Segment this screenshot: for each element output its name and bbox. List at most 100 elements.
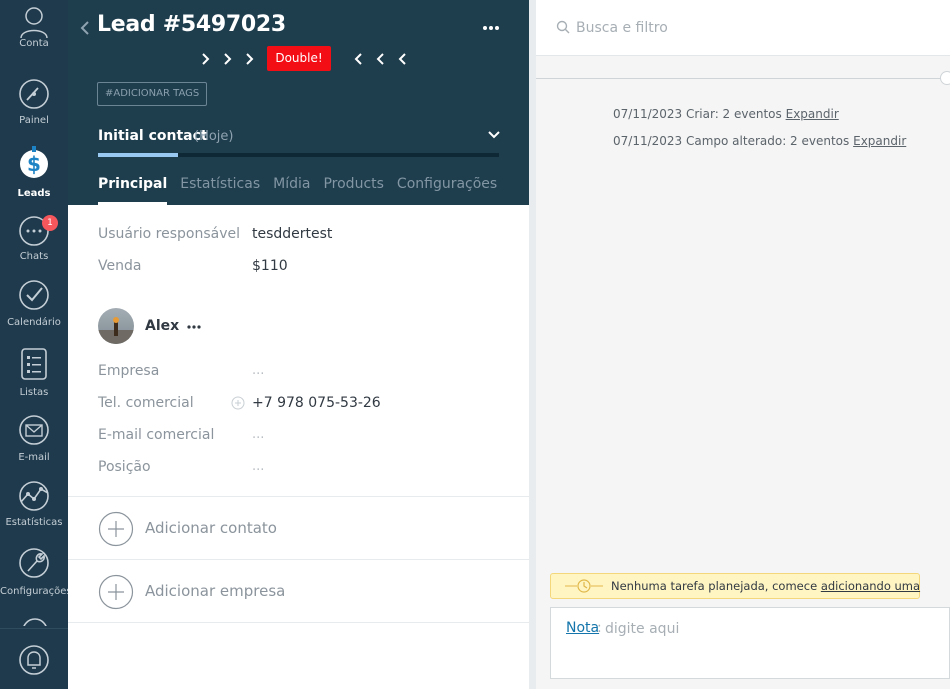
stage-date: (Hoje) <box>194 129 234 144</box>
more-menu-icon[interactable] <box>481 18 501 38</box>
chevron-right-icon <box>246 53 254 65</box>
pipeline-forward-chevrons[interactable] <box>199 50 260 68</box>
nav-label-leads: Leads <box>17 188 51 199</box>
nav-item-leads[interactable]: $ Leads <box>0 146 68 200</box>
stage-name[interactable]: Initial contact <box>98 128 208 144</box>
notice-message: Nenhuma tarefa planejada, comece <box>611 579 818 593</box>
event-text: 07/11/2023 Criar: 2 eventos <box>613 107 782 121</box>
venda-label: Venda <box>98 258 142 274</box>
email-label: E-mail comercial <box>98 427 215 443</box>
wrench-icon <box>19 548 49 578</box>
check-circle-icon <box>19 280 49 310</box>
search-input[interactable] <box>576 16 926 40</box>
user-icon <box>20 7 48 38</box>
lead-tabs: Principal Estatísticas Mídia Products Config… <box>98 176 510 205</box>
nav-item-painel[interactable]: Painel <box>0 78 68 127</box>
search-bar <box>536 0 950 56</box>
tel-value[interactable]: +7 978 075-53-26 <box>252 395 381 411</box>
add-company-label: Adicionar empresa <box>145 582 286 600</box>
chevron-right-icon <box>224 53 232 65</box>
note-type-link[interactable]: Nota <box>566 620 599 636</box>
lead-header: Lead #5497023 Double! #ADICIONAR TAGS In… <box>68 0 529 205</box>
nav-item-conta[interactable]: Conta <box>0 4 68 50</box>
no-tasks-notice: Nenhuma tarefa planejada, comece adicion… <box>550 573 920 599</box>
chevron-right-icon <box>202 53 210 65</box>
tab-estatisticas[interactable]: Estatísticas <box>180 176 260 205</box>
nav-item-email[interactable]: E-mail <box>0 414 68 464</box>
nav-item-chats[interactable]: 1 Chats <box>0 215 68 263</box>
lead-panel: Lead #5497023 Double! #ADICIONAR TAGS In… <box>68 0 529 689</box>
plus-circle-icon <box>98 574 134 610</box>
empresa-label: Empresa <box>98 363 160 379</box>
nav-item-configuracoes[interactable]: Configurações <box>0 546 72 598</box>
nav-item-estatisticas[interactable]: Estatísticas <box>0 480 68 529</box>
expand-link[interactable]: Expandir <box>786 107 839 121</box>
add-phone-icon[interactable] <box>231 396 245 410</box>
clock-icon <box>565 579 603 593</box>
chevron-left-icon <box>398 53 406 65</box>
nav-label-configuracoes: Configurações <box>0 586 72 597</box>
left-nav: Conta Painel $ Leads 1 Chats Calendário … <box>0 0 72 689</box>
tab-principal[interactable]: Principal <box>98 176 168 205</box>
nav-item-calendario[interactable]: Calendário <box>0 279 68 329</box>
nav-label-conta: Conta <box>19 38 49 49</box>
contact-name[interactable]: Alex <box>145 318 179 334</box>
activity-feed: 07/11/2023 Criar: 2 eventos Expandir 07/… <box>536 0 950 689</box>
timeline-line <box>536 78 942 79</box>
chevron-left-icon <box>354 53 362 65</box>
plus-circle-icon <box>98 511 134 547</box>
notifications-button[interactable] <box>0 628 68 689</box>
note-composer: Nota : <box>550 607 950 679</box>
tab-products[interactable]: Products <box>323 176 383 205</box>
responsavel-value[interactable]: tesddertest <box>252 226 332 242</box>
nav-item-listas[interactable]: Listas <box>0 347 68 399</box>
divider <box>68 559 529 560</box>
list-icon <box>21 348 47 380</box>
stage-progress-bar <box>98 153 499 157</box>
chevron-left-icon <box>376 53 384 65</box>
search-icon <box>556 20 570 34</box>
nav-label-chats: Chats <box>19 251 49 262</box>
timeline-dot <box>940 71 950 85</box>
add-tags-button[interactable]: #ADICIONAR TAGS <box>97 82 208 106</box>
bell-icon <box>19 645 49 675</box>
panel-separator <box>529 0 536 689</box>
posicao-value[interactable]: ... <box>252 459 264 474</box>
divider <box>68 496 529 497</box>
dollar-icon: $ <box>20 146 48 178</box>
chats-badge: 1 <box>42 215 58 231</box>
add-task-link[interactable]: adicionando uma <box>821 579 920 593</box>
expand-link[interactable]: Expandir <box>853 134 906 148</box>
tab-midia[interactable]: Mídia <box>273 176 310 205</box>
stats-icon <box>19 481 49 511</box>
chevron-down-icon[interactable] <box>487 129 501 141</box>
lead-title: Lead #5497023 <box>97 12 286 37</box>
event-text: 07/11/2023 Campo alterado: 2 eventos <box>613 134 850 148</box>
divider <box>68 622 529 623</box>
double-status-badge[interactable]: Double! <box>267 46 331 71</box>
tab-configuracoes[interactable]: Configurações <box>397 176 497 205</box>
nav-label-listas: Listas <box>19 387 49 398</box>
responsavel-label: Usuário responsável <box>98 226 240 242</box>
empresa-value[interactable]: ... <box>252 363 264 378</box>
nav-partial-icon <box>20 616 50 626</box>
nav-label-estatisticas: Estatísticas <box>5 517 63 528</box>
svg-text:$: $ <box>27 152 41 176</box>
nav-label-painel: Painel <box>19 115 49 126</box>
event-item: 07/11/2023 Campo alterado: 2 eventos Exp… <box>613 134 906 148</box>
back-arrow-icon[interactable] <box>78 20 92 36</box>
note-input[interactable] <box>605 618 935 640</box>
contact-more-icon[interactable] <box>186 318 202 334</box>
pipeline-back-chevrons[interactable] <box>351 50 412 68</box>
nav-label-email: E-mail <box>18 452 50 463</box>
venda-value[interactable]: $110 <box>252 258 288 274</box>
notice-text: Nenhuma tarefa planejada, comece adicion… <box>611 579 920 593</box>
contact-avatar[interactable] <box>98 308 134 344</box>
mail-icon <box>19 415 49 445</box>
email-value[interactable]: ... <box>252 427 264 442</box>
stage-progress-fill <box>98 153 179 157</box>
posicao-label: Posição <box>98 459 151 475</box>
nav-label-calendario: Calendário <box>7 317 61 328</box>
add-contact-label: Adicionar contato <box>145 519 277 537</box>
note-colon: : <box>597 620 602 636</box>
